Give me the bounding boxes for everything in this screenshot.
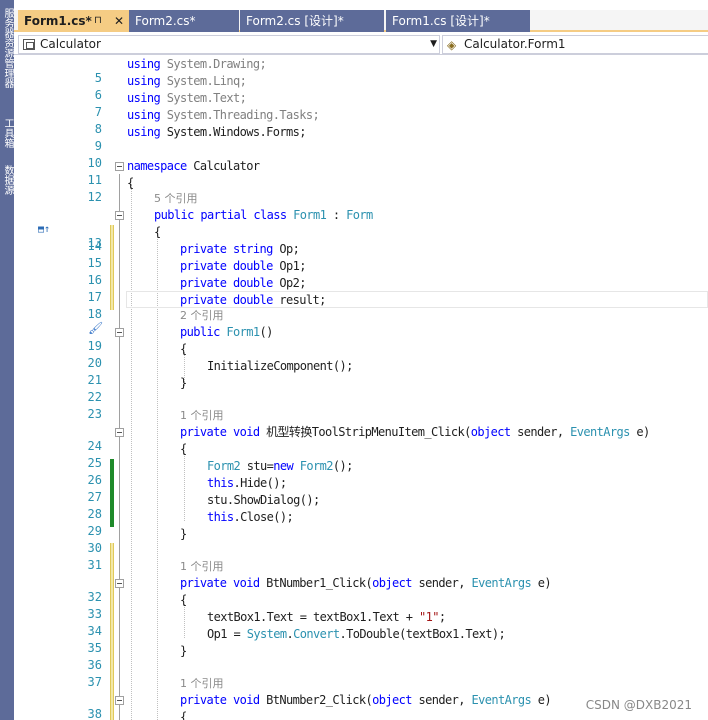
side-tool-strip: 服务器资源管理器 工具箱 数据源 bbox=[0, 0, 14, 720]
code-line: 33 { bbox=[14, 592, 708, 621]
code-line: 22 } bbox=[14, 375, 708, 404]
code-line: 25 { bbox=[14, 441, 708, 470]
code-line: 24 private void 机型转换ToolStripMenuItem_Cl… bbox=[14, 424, 708, 453]
code-lens-references[interactable]: 5 个引用 bbox=[154, 190, 198, 207]
code-line: ⬒↑ 13 public partial class Form1 : Form bbox=[38, 208, 373, 250]
code-line: 5 using System.Drawing; bbox=[14, 56, 708, 85]
tab-form1-cs[interactable]: Form1.cs* ⊓ ✕ bbox=[18, 10, 136, 32]
code-line: 19 public Form1() bbox=[14, 324, 708, 353]
code-line: 26 Form2 stu=new Form2(); bbox=[14, 458, 708, 487]
line-number: 23 bbox=[87, 407, 102, 421]
code-line: 35 Op1 = System.Convert.ToDouble(textBox… bbox=[14, 626, 708, 655]
code-line: 6 using System.Linq; bbox=[14, 73, 708, 102]
data-sources-tab[interactable]: 数据源 bbox=[1, 165, 13, 195]
tab-form2-cs[interactable]: Form2.cs* bbox=[129, 10, 239, 32]
code-line: 16 private double Op1; bbox=[14, 258, 708, 287]
code-line: 7 using System.Text; bbox=[14, 90, 708, 119]
code-line: 15 private string Op; bbox=[14, 241, 708, 270]
code-line: 36 } bbox=[14, 643, 708, 672]
document-tab-bar: Form1.cs* ⊓ ✕ Form2.cs* Form2.cs [设计]* F… bbox=[14, 10, 708, 32]
tab-label: Form2.cs* bbox=[135, 14, 196, 28]
code-line: 29 this.Close(); bbox=[14, 509, 708, 538]
code-line: 10 bbox=[14, 141, 708, 170]
collapse-icon[interactable] bbox=[115, 696, 124, 705]
code-line: 12 { bbox=[14, 175, 708, 204]
code-line: 17 private double Op2; bbox=[14, 275, 708, 304]
line-number: 12 bbox=[87, 190, 102, 204]
code-line: 28 stu.ShowDialog(); bbox=[14, 492, 708, 521]
chevron-down-icon[interactable]: ▼ bbox=[430, 36, 437, 53]
code-line: 32 private void BtNumber1_Click(object s… bbox=[14, 575, 708, 604]
tab-label: Form2.cs [设计]* bbox=[246, 14, 344, 28]
collapse-icon[interactable] bbox=[115, 211, 124, 220]
pin-icon[interactable]: ⊓ bbox=[94, 10, 102, 32]
tab-form2-design[interactable]: Form2.cs [设计]* bbox=[240, 10, 384, 32]
code-line: 27 this.Hide(); bbox=[14, 475, 708, 504]
tab-label: Form1.cs [设计]* bbox=[392, 14, 490, 28]
code-line: 20 { bbox=[14, 341, 708, 370]
code-line: 37 bbox=[14, 660, 708, 689]
code-line: 9 using System.Windows.Forms; bbox=[14, 124, 708, 153]
code-editor[interactable]: 5 using System.Drawing; 6 using System.L… bbox=[14, 56, 708, 720]
server-explorer-tab[interactable]: 服务器资源管理器 bbox=[1, 8, 13, 88]
collapse-icon[interactable] bbox=[115, 162, 124, 171]
line-number: 31 bbox=[87, 558, 102, 572]
collapse-icon[interactable] bbox=[115, 328, 124, 337]
close-icon[interactable]: ✕ bbox=[114, 10, 124, 32]
code-line: 14 { bbox=[14, 224, 708, 253]
line-number: 37 bbox=[87, 675, 102, 689]
code-line: 23 bbox=[14, 392, 708, 421]
code-line: 8 using System.Threading.Tasks; bbox=[14, 107, 708, 136]
member-dropdown-value: Calculator.Form1 bbox=[464, 37, 566, 51]
code-lens-references[interactable]: 1 个引用 bbox=[180, 558, 224, 575]
code-line: 21 InitializeComponent(); bbox=[14, 358, 708, 387]
code-lens-references[interactable]: 1 个引用 bbox=[180, 407, 224, 424]
tab-label: Form1.cs* bbox=[24, 14, 92, 28]
class-icon: ◈ bbox=[447, 38, 457, 52]
code-line: 34 textBox1.Text = textBox1.Text + "1"; bbox=[14, 609, 708, 638]
code-lens-references[interactable]: 1 个引用 bbox=[180, 675, 224, 692]
watermark: CSDN @DXB2021 bbox=[585, 698, 692, 712]
collapse-icon[interactable] bbox=[115, 428, 124, 437]
navigation-bar: Calculator ▼ ◈ Calculator.Form1 bbox=[14, 33, 708, 55]
code-line: 30 } bbox=[14, 526, 708, 555]
code-line: 18 🖌 private double result; bbox=[14, 292, 708, 335]
code-line: 11 namespace Calculator bbox=[14, 158, 708, 187]
project-dropdown[interactable]: Calculator ▼ bbox=[18, 35, 440, 54]
tab-form1-design[interactable]: Form1.cs [设计]* bbox=[386, 10, 530, 32]
toolbox-tab[interactable]: 工具箱 bbox=[1, 118, 13, 148]
collapse-icon[interactable] bbox=[115, 579, 124, 588]
code-lens-references[interactable]: 2 个引用 bbox=[180, 307, 224, 324]
code-line: 31 bbox=[14, 543, 708, 572]
member-dropdown[interactable]: ◈ Calculator.Form1 bbox=[442, 35, 708, 54]
project-dropdown-value: Calculator bbox=[40, 37, 101, 51]
csharp-project-icon bbox=[23, 39, 35, 50]
